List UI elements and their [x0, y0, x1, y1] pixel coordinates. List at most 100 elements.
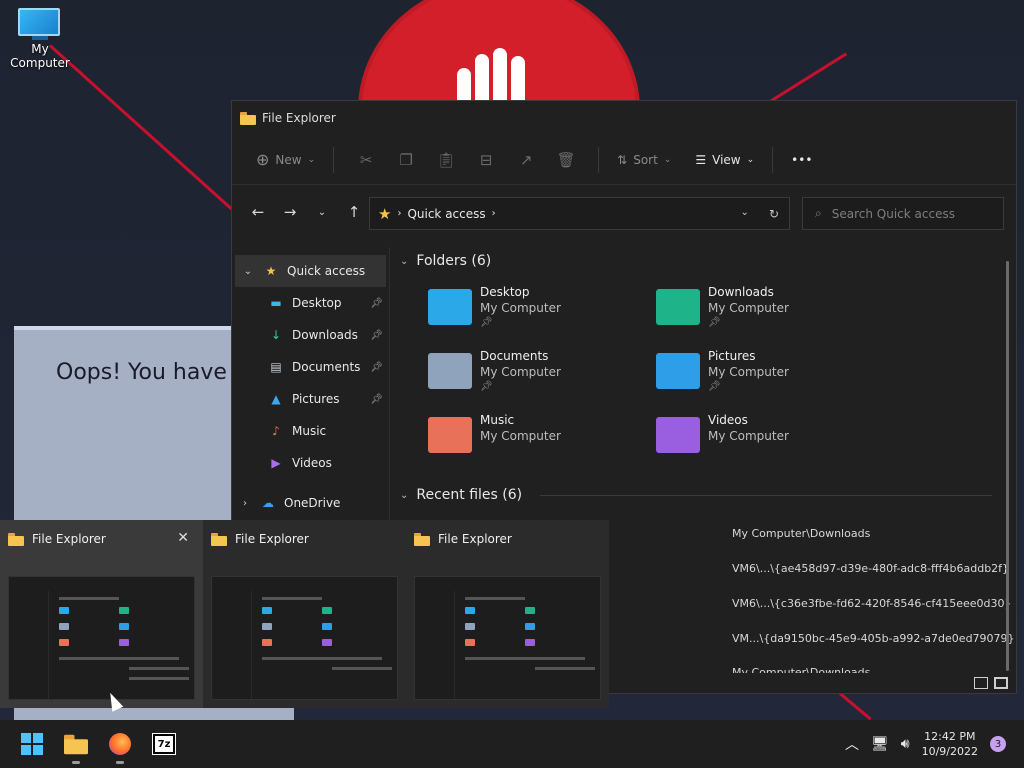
thumbnail-window-1[interactable]: File Explorer ✕ [0, 520, 203, 708]
forward-arrow-icon[interactable]: → [274, 203, 306, 221]
title-bar[interactable]: File Explorer [232, 101, 1016, 135]
cut-icon[interactable]: ✂ [353, 149, 379, 171]
address-dropdown-icon[interactable]: ⌄ [741, 207, 749, 221]
taskbar: 7z ︿ 🖥︎ 🔊︎ 12:42 PM 10/9/2022 3 [0, 720, 1024, 768]
up-arrow-icon[interactable]: ↑ [338, 203, 370, 221]
recent-file-path[interactable]: VM6\...\{ae458d97-d39e-480f-adc8-fff4b6a… [732, 562, 1009, 575]
command-bar: ⊕ New ⌄ ✂ ❐ 📋︎ ⊟ ↗ 🗑︎ ⇅ Sort ⌄ ☰ View ⌄ … [232, 135, 1016, 185]
thumbnail-window-2[interactable]: File Explorer [203, 520, 406, 708]
clock[interactable]: 12:42 PM 10/9/2022 [922, 729, 978, 759]
refresh-icon[interactable]: ↻ [769, 207, 779, 221]
sidebar-item-pictures[interactable]: ▲ Pictures 📌︎ [232, 383, 389, 415]
search-input[interactable]: Search Quick access [832, 207, 955, 221]
folder-name: Videos [708, 413, 748, 427]
folder-icon [8, 532, 24, 546]
pin-icon: 📌︎ [708, 317, 721, 328]
sidebar-item-videos[interactable]: ▶ Videos [232, 447, 389, 479]
taskbar-file-explorer[interactable] [62, 730, 90, 764]
address-bar[interactable]: ★ › Quick access › ⌄ ↻ [369, 197, 790, 230]
chevron-up-icon[interactable]: ︿ [845, 734, 859, 754]
details-view-icon[interactable] [974, 677, 988, 689]
ransom-note-text: Oops! You have [56, 360, 227, 385]
taskbar-thumbnail-popup: File Explorer ✕ File Explorer File Explo… [0, 520, 609, 708]
recent-locations-icon[interactable]: ⌄ [306, 207, 338, 218]
chevron-down-icon: ⌄ [746, 154, 755, 165]
recent-file-path[interactable]: VM...\{da9150bc-45e9-405b-a992-a7de0ed79… [732, 632, 1015, 645]
copy-icon[interactable]: ❐ [393, 149, 419, 171]
sidebar-item-music[interactable]: ♪ Music [232, 415, 389, 447]
more-options-button[interactable]: ••• [785, 144, 818, 176]
start-button[interactable] [18, 730, 46, 758]
running-indicator [116, 761, 124, 764]
clock-time: 12:42 PM [924, 730, 976, 743]
share-icon[interactable]: ↗ [513, 149, 539, 171]
taskbar-firefox[interactable] [106, 730, 134, 764]
view-button[interactable]: ☰ View ⌄ [689, 144, 760, 176]
download-icon: ↓ [270, 328, 282, 342]
pictures-folder-icon [656, 353, 700, 389]
folder-tile-desktop[interactable]: Desktop My Computer 📌︎ [428, 285, 648, 341]
chevron-down-icon: ⌄ [400, 255, 409, 267]
vertical-scrollbar[interactable] [1006, 261, 1009, 671]
network-icon[interactable]: 🖥︎ [871, 736, 889, 752]
sort-button[interactable]: ⇅ Sort ⌄ [611, 144, 677, 176]
notification-badge[interactable]: 3 [990, 736, 1006, 752]
folder-tile-documents[interactable]: Documents My Computer 📌︎ [428, 349, 648, 405]
chevron-right-icon[interactable]: › [232, 498, 258, 509]
folders-header-label: Folders (6) [416, 253, 492, 269]
back-arrow-icon[interactable]: ← [242, 203, 274, 221]
folder-tile-music[interactable]: Music My Computer [428, 413, 648, 469]
sidebar-item-desktop[interactable]: ▬ Desktop 📌︎ [232, 287, 389, 319]
recent-section-header[interactable]: ⌄ Recent files (6) [392, 481, 992, 509]
windows-logo-icon [21, 733, 43, 755]
wallpaper-ray [769, 52, 848, 103]
cloud-icon: ☁ [262, 496, 274, 510]
firefox-icon [109, 733, 131, 755]
pin-icon: 📌︎ [480, 317, 493, 328]
desktop-icon-my-computer[interactable]: My Computer [2, 8, 78, 70]
sidebar-item-label: Videos [292, 456, 332, 470]
sidebar-item-onedrive[interactable]: › ☁ OneDrive [232, 487, 389, 519]
window-title: File Explorer [262, 111, 336, 125]
close-icon[interactable]: ✕ [177, 530, 189, 546]
volume-icon[interactable]: 🔊︎ [901, 736, 910, 752]
thumbnail-title: File Explorer [32, 532, 106, 546]
chevron-down-icon[interactable]: ⌄ [235, 266, 261, 277]
folder-tile-videos[interactable]: Videos My Computer [656, 413, 876, 469]
recent-file-path[interactable]: VM6\...\{c36e3fbe-fd62-420f-8546-cf415ee… [732, 597, 1012, 610]
sidebar-item-quick-access[interactable]: ⌄ ★ Quick access [235, 255, 386, 287]
sidebar-item-label: Documents [292, 360, 361, 374]
tiles-view-icon[interactable] [994, 677, 1008, 689]
folder-location: My Computer [480, 429, 561, 443]
rename-icon[interactable]: ⊟ [473, 149, 499, 171]
search-box[interactable]: ⌕ Search Quick access [802, 197, 1004, 230]
clock-date: 10/9/2022 [921, 745, 978, 758]
sidebar-item-label: Desktop [292, 296, 342, 310]
star-icon: ★ [265, 264, 277, 278]
more-icon: ••• [791, 152, 813, 167]
sidebar-item-label: OneDrive [284, 496, 341, 510]
folder-tile-downloads[interactable]: Downloads My Computer 📌︎ [656, 285, 876, 341]
pin-icon: 📌︎ [708, 381, 721, 392]
taskbar-7zip[interactable]: 7z [150, 730, 178, 758]
folder-tile-pictures[interactable]: Pictures My Computer 📌︎ [656, 349, 876, 405]
sidebar-item-documents[interactable]: ▤ Documents 📌︎ [232, 351, 389, 383]
address-location[interactable]: Quick access [407, 207, 485, 221]
sidebar-item-downloads[interactable]: ↓ Downloads 📌︎ [232, 319, 389, 351]
folder-icon [211, 532, 227, 546]
recent-file-path[interactable]: My Computer\Downloads [732, 527, 870, 540]
search-icon: ⌕ [815, 206, 822, 220]
folders-section-header[interactable]: ⌄ Folders (6) [392, 247, 992, 275]
wallpaper-hand-icon [455, 42, 541, 102]
documents-folder-icon [428, 353, 472, 389]
thumbnail-title: File Explorer [438, 532, 512, 546]
paste-icon[interactable]: 📋︎ [433, 149, 459, 171]
thumbnail-window-3[interactable]: File Explorer [406, 520, 609, 708]
delete-icon[interactable]: 🗑︎ [553, 149, 579, 171]
view-label: View [712, 152, 741, 167]
desktop-icon-label: My Computer [10, 42, 70, 70]
sidebar-item-label: Music [292, 424, 327, 438]
recent-file-path[interactable]: My Computer\Downloads [732, 667, 870, 673]
plus-circle-icon: ⊕ [256, 150, 270, 169]
new-button[interactable]: ⊕ New ⌄ [250, 144, 321, 176]
